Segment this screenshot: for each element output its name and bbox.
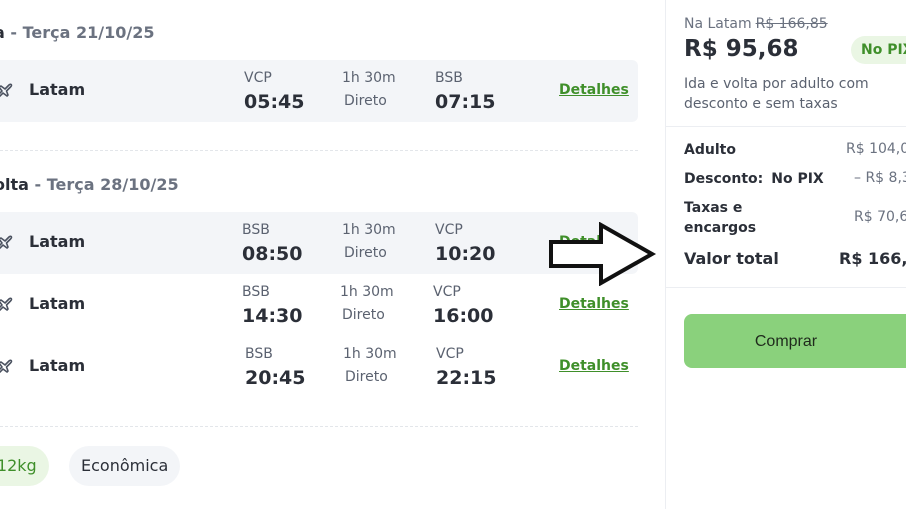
flight-duration: 1h 30m xyxy=(343,346,397,362)
details-link[interactable]: Detalhes xyxy=(559,82,629,98)
flight-row[interactable]: Latam BSB 14:30 1h 30m Direto VCP 16:00 … xyxy=(0,274,638,336)
arrival-time: 07:15 xyxy=(435,91,496,113)
total-label: Valor total xyxy=(684,249,779,268)
original-price: R$ 166,85 xyxy=(755,16,828,32)
airline-name: Latam xyxy=(29,232,86,251)
destination-code: VCP xyxy=(435,222,463,238)
outbound-section-title: a - Terça 21/10/25 xyxy=(0,23,154,42)
cabin-class-chip: Econômica xyxy=(69,446,181,486)
flight-stops: Direto xyxy=(344,245,387,261)
flight-duration: 1h 30m xyxy=(342,70,396,86)
divider xyxy=(0,150,638,151)
destination-code: VCP xyxy=(436,346,464,362)
adult-label: Adulto xyxy=(684,142,736,158)
plane-icon xyxy=(0,235,13,250)
pix-badge: No PIX xyxy=(851,36,906,64)
plane-icon xyxy=(0,359,13,374)
flight-duration: 1h 30m xyxy=(342,222,396,238)
arrival-time: 10:20 xyxy=(435,243,496,265)
origin-code: VCP xyxy=(244,70,272,86)
departure-time: 05:45 xyxy=(244,91,305,113)
plane-icon xyxy=(0,83,13,98)
departure-time: 08:50 xyxy=(242,243,303,265)
origin-code: BSB xyxy=(242,222,270,238)
flight-stops: Direto xyxy=(344,93,387,109)
buy-button[interactable]: Comprar xyxy=(684,314,906,368)
arrival-time: 16:00 xyxy=(433,305,494,327)
plane-icon xyxy=(0,297,13,312)
discount-price: R$ 95,68 xyxy=(684,36,799,62)
itinerary-panel: a - Terça 21/10/25 Latam VCP 05:45 1h 30… xyxy=(0,0,664,509)
na-latam-label: Na Latam xyxy=(684,16,752,32)
return-section-title: olta - Terça 28/10/25 xyxy=(0,175,179,194)
discount-label: Desconto: No PIX xyxy=(684,169,824,189)
return-label: olta xyxy=(0,175,29,194)
details-link[interactable]: Detalhes xyxy=(559,296,629,312)
adult-value: R$ 104,00 xyxy=(846,141,906,157)
destination-code: BSB xyxy=(435,70,463,86)
airline-reference-price: Na Latam R$ 166,85 xyxy=(684,16,828,32)
divider xyxy=(666,126,906,127)
divider xyxy=(0,426,638,427)
fees-label: Taxas e encargos xyxy=(684,200,757,236)
total-value: R$ 166,37 xyxy=(839,249,906,268)
destination-code: VCP xyxy=(433,284,461,300)
flight-row[interactable]: Latam VCP 05:45 1h 30m Direto BSB 07:15 … xyxy=(0,60,638,122)
baggage-chip: é 12kg xyxy=(0,446,49,486)
departure-time: 14:30 xyxy=(242,305,303,327)
airline-name: Latam xyxy=(29,294,86,313)
discount-text: Desconto: xyxy=(684,171,764,187)
fees-value: R$ 70,69 xyxy=(854,209,906,225)
origin-code: BSB xyxy=(242,284,270,300)
arrow-annotation-icon xyxy=(549,222,657,286)
arrival-time: 22:15 xyxy=(436,367,497,389)
details-link[interactable]: Detalhes xyxy=(559,358,629,374)
origin-code: BSB xyxy=(245,346,273,362)
return-date: - Terça 28/10/25 xyxy=(34,175,179,194)
flight-row[interactable]: Latam BSB 08:50 1h 30m Direto VCP 10:20 … xyxy=(0,212,638,274)
flight-stops: Direto xyxy=(342,307,385,323)
flight-duration: 1h 30m xyxy=(340,284,394,300)
outbound-date: - Terça 21/10/25 xyxy=(10,23,155,42)
flight-stops: Direto xyxy=(345,369,388,385)
outbound-label: a xyxy=(0,23,5,42)
flight-row[interactable]: Latam BSB 20:45 1h 30m Direto VCP 22:15 … xyxy=(0,336,638,398)
divider xyxy=(666,287,906,288)
departure-time: 20:45 xyxy=(245,367,306,389)
buy-button-label: Comprar xyxy=(754,333,818,350)
discount-value: – R$ 8,32 xyxy=(854,170,906,186)
airline-name: Latam xyxy=(29,80,86,99)
discount-pix-text: No PIX xyxy=(771,171,824,187)
price-summary-panel: Na LatamR$ 166,85 R$ 95,68 No PIX Ida e … xyxy=(665,0,906,509)
price-description: Ida e volta por adulto com desconto e se… xyxy=(684,76,869,112)
airline-name: Latam xyxy=(29,356,86,375)
